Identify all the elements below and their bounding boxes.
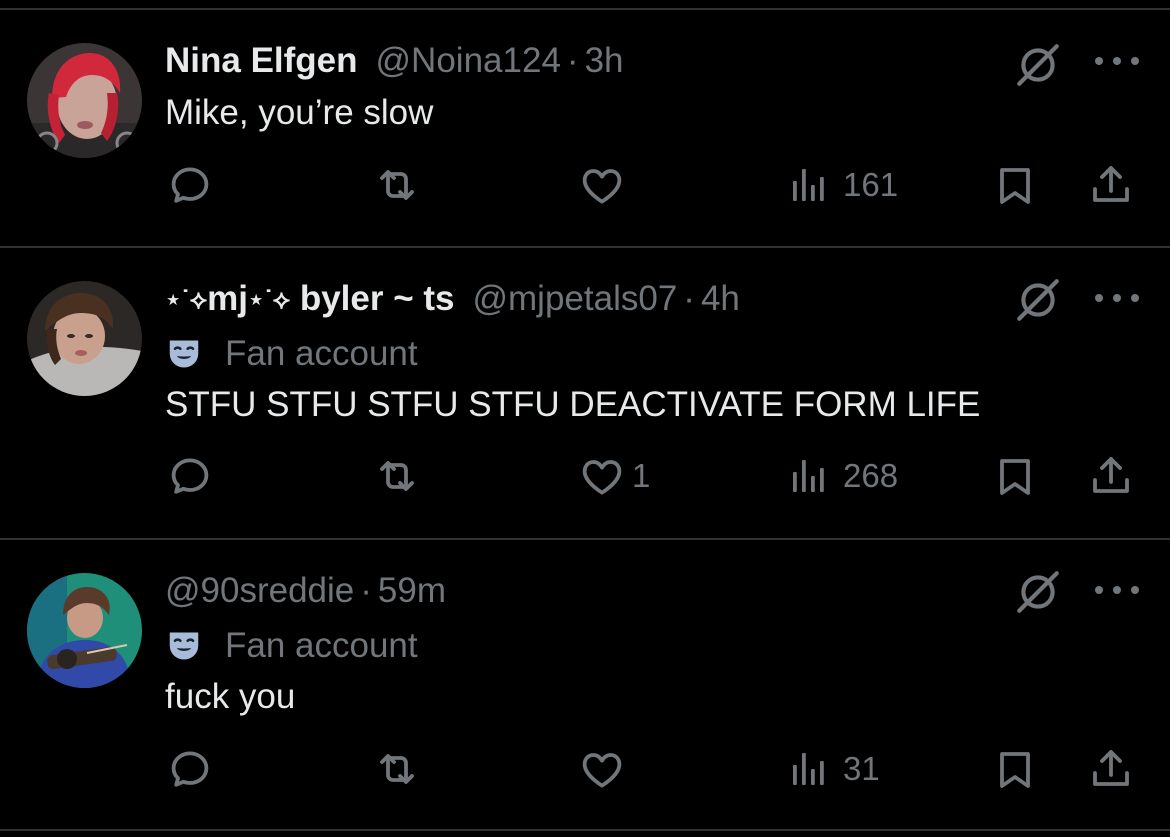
like-button[interactable]	[578, 155, 636, 215]
tweet-text: STFU STFU STFU STFU DEACTIVATE FORM LIFE	[165, 385, 981, 424]
theater-mask-icon	[165, 335, 203, 373]
name-prefix: ⋆˙⟡	[165, 284, 208, 314]
name-rest: byler ~ ts	[290, 279, 455, 318]
grok-icon[interactable]	[1013, 40, 1063, 90]
tweet-text: Mike, you’re slow	[165, 93, 434, 132]
bookmark-button[interactable]	[991, 446, 1039, 506]
timestamp[interactable]: 3h	[585, 39, 624, 83]
separator: ·	[683, 279, 695, 318]
bookmark-icon	[991, 745, 1039, 793]
name-main: mj	[207, 279, 248, 318]
views-button[interactable]: 31	[785, 739, 880, 799]
repost-button[interactable]	[373, 446, 431, 506]
like-button[interactable]: 1	[578, 446, 650, 506]
reply-button[interactable]	[166, 155, 224, 215]
badge-text: Fan account	[225, 626, 418, 665]
separator: ·	[566, 41, 579, 80]
views-count: 268	[843, 457, 899, 494]
display-name[interactable]: Nina Elfgen	[165, 39, 358, 83]
like-icon	[578, 452, 626, 500]
user-handle[interactable]: @Noina124	[376, 39, 561, 83]
more-icon[interactable]	[1093, 51, 1141, 71]
tweet-2[interactable]: ⋆˙⟡ mj ⋆˙⟡ byler ~ ts @mjpetals07 · 4h Fan…	[0, 248, 1170, 538]
user-handle[interactable]: @mjpetals07	[473, 277, 678, 321]
repost-icon	[373, 745, 421, 793]
user-handle[interactable]: @90sreddie	[165, 569, 354, 613]
repost-button[interactable]	[373, 739, 431, 799]
reply-icon	[166, 452, 214, 500]
action-bar: 161	[0, 155, 1170, 215]
separator: ·	[360, 571, 372, 610]
tweet-header: @90sreddie · 59m	[165, 569, 446, 613]
repost-icon	[373, 452, 421, 500]
views-icon	[785, 161, 833, 209]
bookmark-button[interactable]	[991, 155, 1039, 215]
repost-button[interactable]	[373, 155, 431, 215]
share-button[interactable]	[1087, 739, 1135, 799]
tweet-3[interactable]: @90sreddie · 59m Fan account fuck you 31	[0, 540, 1170, 830]
action-bar: 1 268	[0, 446, 1170, 506]
views-count: 31	[843, 750, 880, 787]
tweet-text: fuck you	[165, 677, 296, 716]
grok-icon[interactable]	[1013, 275, 1063, 325]
repost-icon	[373, 161, 421, 209]
avatar[interactable]	[27, 43, 142, 158]
fan-account-label: Fan account	[165, 624, 418, 668]
avatar[interactable]	[27, 573, 142, 688]
reply-icon	[166, 161, 214, 209]
like-icon	[578, 745, 626, 793]
reply-icon	[166, 745, 214, 793]
timestamp[interactable]: 59m	[378, 569, 446, 613]
display-name[interactable]: ⋆˙⟡ mj ⋆˙⟡ byler ~ ts	[165, 277, 455, 321]
like-button[interactable]	[578, 739, 636, 799]
like-icon	[578, 161, 626, 209]
bookmark-icon	[991, 452, 1039, 500]
tweet-header: ⋆˙⟡ mj ⋆˙⟡ byler ~ ts @mjpetals07 · 4h	[165, 277, 740, 321]
reply-button[interactable]	[166, 739, 224, 799]
bookmark-icon	[991, 161, 1039, 209]
bottom-divider	[0, 829, 1170, 831]
fan-account-label: Fan account	[165, 332, 418, 376]
views-button[interactable]: 161	[785, 155, 898, 215]
like-count: 1	[632, 457, 651, 494]
views-icon	[785, 745, 833, 793]
theater-mask-icon	[165, 627, 203, 665]
avatar[interactable]	[27, 281, 142, 396]
grok-icon[interactable]	[1013, 567, 1063, 617]
views-button[interactable]: 268	[785, 446, 898, 506]
share-icon	[1087, 745, 1135, 793]
reply-button[interactable]	[166, 446, 224, 506]
more-icon[interactable]	[1093, 288, 1141, 308]
tweet-1[interactable]: Nina Elfgen @Noina124 · 3h Mike, you’re …	[0, 0, 1170, 246]
views-count: 161	[843, 166, 899, 203]
action-bar: 31	[0, 739, 1170, 799]
tweet-header: Nina Elfgen @Noina124 · 3h	[165, 39, 624, 83]
name-mid: ⋆˙⟡	[247, 284, 291, 314]
timestamp[interactable]: 4h	[701, 277, 740, 321]
more-icon[interactable]	[1093, 580, 1141, 600]
share-button[interactable]	[1087, 446, 1135, 506]
share-icon	[1087, 452, 1135, 500]
views-icon	[785, 452, 833, 500]
share-icon	[1087, 161, 1135, 209]
share-button[interactable]	[1087, 155, 1135, 215]
bookmark-button[interactable]	[991, 739, 1039, 799]
badge-text: Fan account	[225, 334, 418, 373]
